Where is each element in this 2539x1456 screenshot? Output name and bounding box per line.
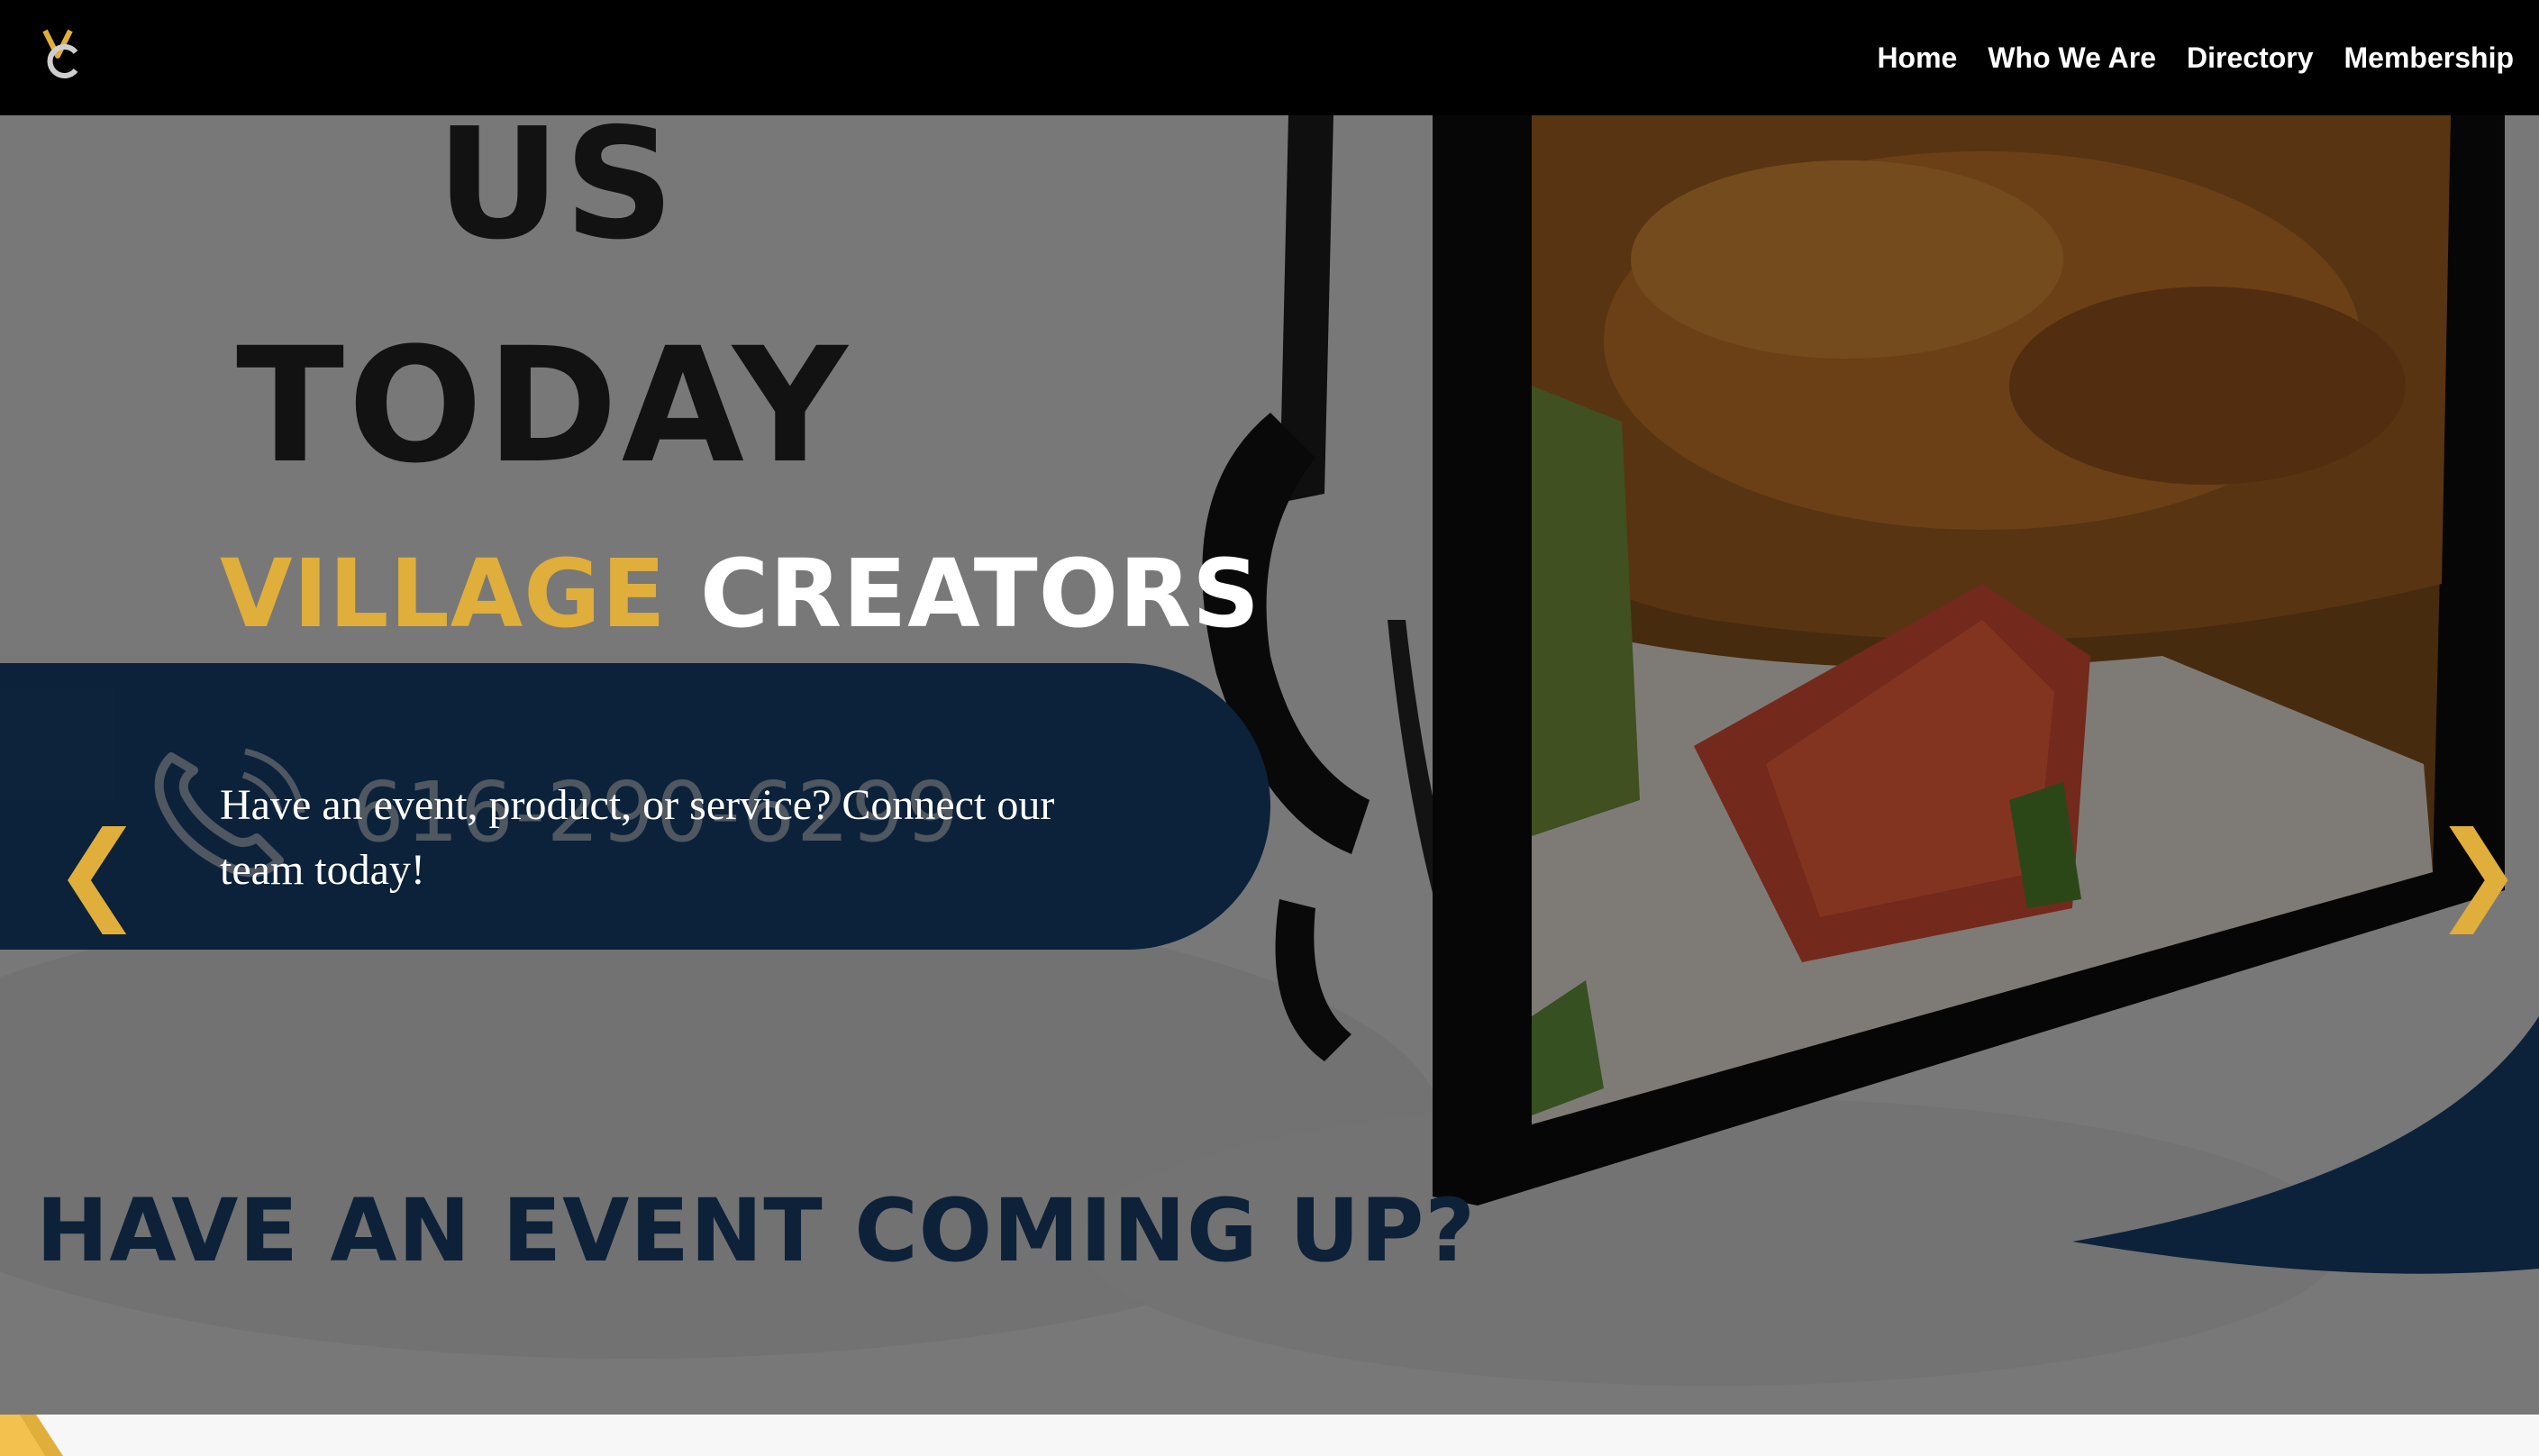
nav-membership-link[interactable]: Membership [2344,41,2514,75]
hero-headline: VILLAGE CREATORS [220,539,1260,649]
corner-accent-shape [0,1415,63,1456]
hero-dark-overlay [0,115,2539,1415]
main-menu: Home Who We Are Directory Membership [1877,0,2514,115]
chevron-left-icon[interactable]: ❮ [52,818,143,926]
nav-who-we-are-link[interactable]: Who We Are [1988,41,2156,75]
hero-slider: US TODAY 616-290-6299 HAVE AN EVENT COMI… [0,115,2539,1415]
hero-tagline: Have an event, product, or service? Conn… [220,781,1055,894]
chevron-right-icon[interactable]: ❯ [2433,818,2524,926]
nav-home-link[interactable]: Home [1877,41,1957,75]
headline-highlight: VILLAGE [220,539,667,649]
nav-directory-link[interactable]: Directory [2187,41,2314,75]
top-navigation: Home Who We Are Directory Membership [0,0,2539,115]
vc-monogram-icon[interactable] [40,25,85,79]
headline-rest: CREATORS [699,539,1261,649]
